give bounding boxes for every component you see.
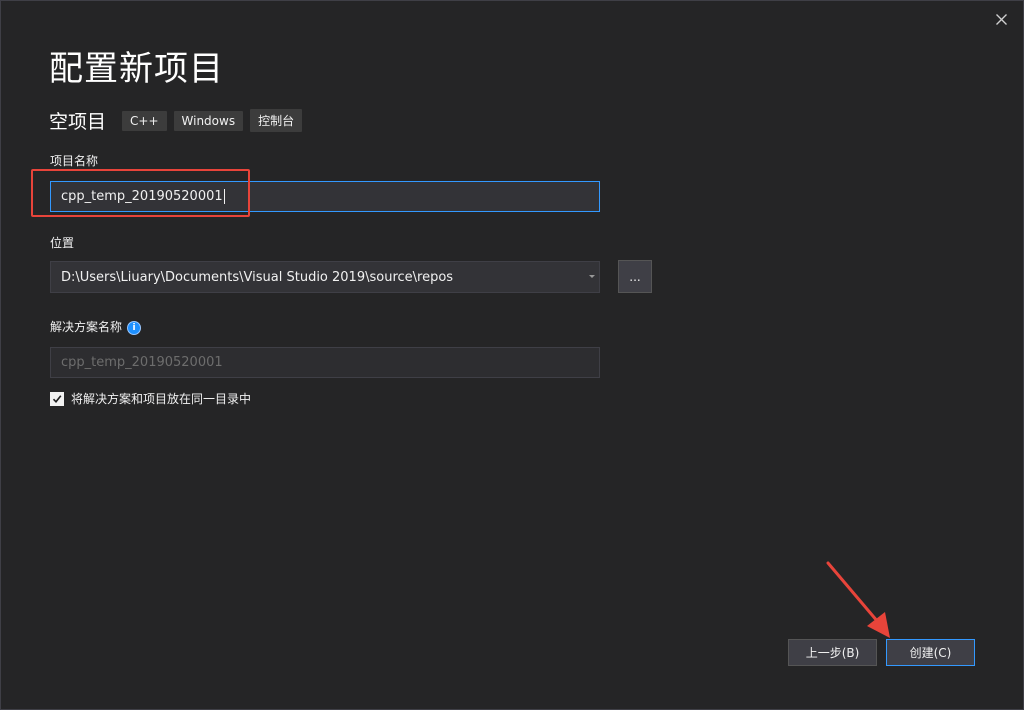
close-icon <box>995 13 1007 25</box>
same-directory-checkbox[interactable] <box>50 391 64 406</box>
template-info: 空项目 C++ Windows 控制台 <box>49 107 309 134</box>
project-name-input[interactable]: cpp_temp_20190520001 <box>50 181 600 212</box>
solution-name-input: cpp_temp_20190520001 <box>50 347 600 378</box>
solution-name-label: 解决方案名称 <box>50 320 123 334</box>
dialog-window: 配置新项目 空项目 C++ Windows 控制台 项目名称 cpp_temp_… <box>0 0 1024 710</box>
solution-name-value: cpp_temp_20190520001 <box>61 355 223 370</box>
browse-button[interactable]: ... <box>618 260 652 293</box>
project-name-value: cpp_temp_20190520001 <box>61 189 223 204</box>
text-caret <box>223 189 225 204</box>
template-name: 空项目 <box>49 111 107 133</box>
location-label: 位置 <box>50 236 75 250</box>
tag-language: C++ <box>122 110 167 131</box>
info-icon[interactable]: i <box>127 320 142 335</box>
tag-project-type: 控制台 <box>250 109 303 132</box>
project-name-label: 项目名称 <box>50 154 99 168</box>
close-button[interactable] <box>989 7 1013 31</box>
page-title: 配置新项目 <box>49 49 224 89</box>
create-button[interactable]: 创建(C) <box>886 639 975 666</box>
back-button[interactable]: 上一步(B) <box>788 639 877 666</box>
checkmark-icon <box>52 394 62 403</box>
same-directory-option[interactable]: 将解决方案和项目放在同一目录中 <box>50 390 251 407</box>
same-directory-label: 将解决方案和项目放在同一目录中 <box>71 392 252 406</box>
pointer-arrow-annotation <box>826 561 890 638</box>
chevron-down-icon[interactable] <box>589 275 595 278</box>
tag-platform: Windows <box>173 110 244 131</box>
location-combobox[interactable]: D:\Users\Liuary\Documents\Visual Studio … <box>50 261 600 293</box>
solution-name-label-row: 解决方案名称 i <box>50 318 142 335</box>
location-value: D:\Users\Liuary\Documents\Visual Studio … <box>61 269 454 285</box>
